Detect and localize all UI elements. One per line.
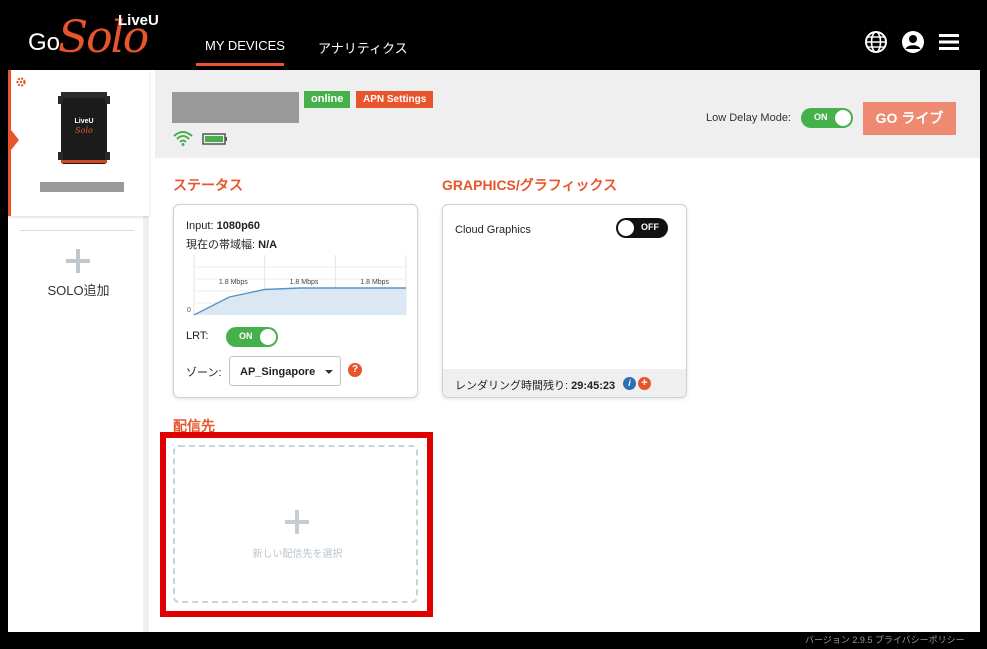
status-section-title: ステータス	[173, 177, 243, 193]
bandwidth-chart: 0 1.8 Mbps 1.8 Mbps 1.8 Mbps	[187, 255, 407, 316]
toggle-knob	[618, 220, 634, 236]
lrt-label: LRT:	[186, 330, 209, 342]
chart-data-label: 1.8 Mbps	[360, 279, 389, 286]
add-time-icon[interactable]: +	[638, 377, 651, 390]
tab-analytics[interactable]: アナリティクス	[318, 38, 408, 57]
apn-settings-button[interactable]: APN Settings	[356, 91, 434, 108]
cloud-graphics-label: Cloud Graphics	[455, 224, 531, 236]
go-live-button[interactable]: GO ライブ	[863, 102, 956, 135]
chart-data-label: 1.8 Mbps	[219, 279, 248, 286]
device-header: online APN Settings Low Delay Mode: ON G…	[155, 70, 980, 158]
active-tab-indicator	[196, 63, 284, 66]
graphics-card: Cloud Graphics OFF レンダリング時間残り: 29:45:23 …	[442, 204, 687, 398]
input-value: 1080p60	[216, 220, 261, 232]
select-destination-box[interactable]: 新しい配信先を選択	[173, 445, 418, 603]
logo-liveu-text: LiveU	[118, 12, 159, 29]
add-solo-button[interactable]: SOLO追加	[8, 280, 149, 299]
info-icon[interactable]: i	[623, 377, 636, 390]
input-label: Input:	[186, 220, 214, 232]
selected-device-arrow	[11, 130, 19, 150]
battery-icon	[202, 133, 227, 145]
graphics-section-title: GRAPHICS/グラフィックス	[442, 177, 618, 193]
chart-y-tick-label: 0	[187, 307, 191, 314]
cloud-graphics-toggle[interactable]: OFF	[616, 218, 668, 238]
zone-selected-value: AP_Singapore	[240, 366, 316, 378]
low-delay-mode-label: Low Delay Mode:	[706, 112, 791, 124]
liveu-solo-device-image: LiveU Solo	[58, 92, 110, 164]
main-page: LiveU Solo SOLO追加 online APN Settings Lo…	[8, 70, 980, 632]
rendering-time-value: 29:45:23	[571, 380, 616, 392]
wifi-icon	[173, 131, 193, 146]
chart-data-label: 1.8 Mbps	[290, 279, 319, 286]
app-window: Go Solo LiveU MY DEVICES アナリティクス LiveU S…	[0, 0, 987, 649]
zone-label: ゾーン:	[186, 367, 222, 379]
zone-select[interactable]: AP_Singapore	[229, 356, 341, 386]
sidebar-divider	[20, 230, 134, 231]
device-name-redacted	[40, 182, 124, 192]
tab-my-devices[interactable]: MY DEVICES	[205, 38, 285, 53]
low-delay-mode-toggle[interactable]: ON	[801, 108, 853, 128]
toggle-knob	[835, 110, 851, 126]
status-badge: online	[304, 91, 351, 108]
gear-icon[interactable]	[15, 76, 27, 88]
device-sidebar: LiveU Solo SOLO追加	[8, 70, 149, 632]
add-icon[interactable]	[65, 248, 91, 274]
lrt-toggle-text: ON	[239, 331, 253, 341]
toggle-knob	[260, 329, 276, 345]
select-destination-label: 新しい配信先を選択	[252, 549, 343, 560]
globe-icon[interactable]	[864, 30, 888, 54]
status-card: Input: 1080p60 現在の帯域幅: N/A 0 1.8 Mbps 1.8 …	[173, 204, 418, 398]
add-icon	[285, 510, 309, 534]
help-icon[interactable]: ?	[348, 363, 362, 377]
device-title-redacted	[172, 92, 299, 123]
rendering-time-footer: レンダリング時間残り: 29:45:23 i +	[443, 369, 686, 397]
low-delay-toggle-text: ON	[814, 112, 828, 122]
bandwidth-label: 現在の帯域幅:	[186, 239, 256, 251]
top-navigation-bar: Go Solo LiveU MY DEVICES アナリティクス	[0, 0, 987, 70]
rendering-time-label: レンダリング時間残り:	[455, 380, 569, 392]
device-logo-top: LiveU	[74, 118, 93, 125]
hamburger-menu-icon[interactable]	[937, 30, 961, 54]
bandwidth-info: 現在の帯域幅: N/A	[186, 236, 277, 252]
rendering-time-info: レンダリング時間残り: 29:45:23	[455, 377, 615, 393]
cloud-toggle-text: OFF	[641, 222, 659, 232]
gosolo-logo[interactable]: Go Solo LiveU	[28, 10, 178, 63]
device-logo-bottom: Solo	[75, 126, 93, 135]
lrt-toggle[interactable]: ON	[226, 327, 278, 347]
logo-go-text: Go	[28, 29, 61, 56]
input-info: Input: 1080p60	[186, 220, 260, 232]
chart-area	[194, 288, 406, 315]
chevron-down-icon	[325, 370, 333, 374]
user-account-icon[interactable]	[901, 30, 925, 54]
footer-version-text[interactable]: バージョン 2.9.5 プライバシーポリシー	[805, 633, 980, 646]
device-card[interactable]: LiveU Solo	[8, 70, 149, 216]
bandwidth-value: N/A	[258, 239, 278, 251]
